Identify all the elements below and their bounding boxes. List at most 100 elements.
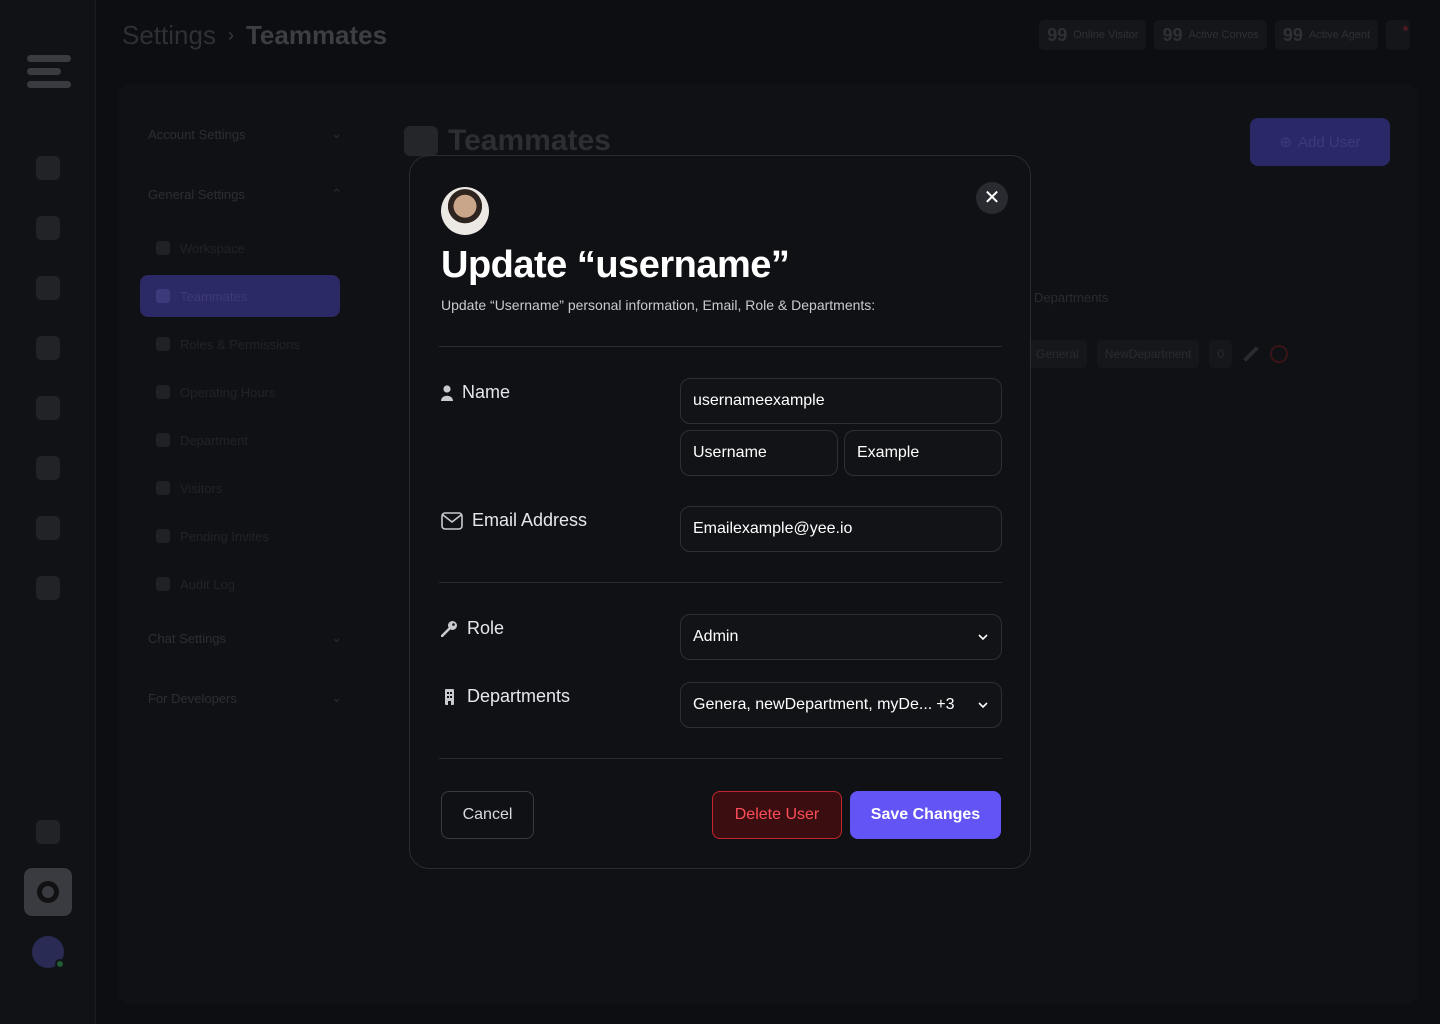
nav-group-chat[interactable]: Chat Settings ⌄ [140,608,350,668]
sidebar-item-label: Teammates [180,288,248,304]
sidebar-item-label: Operating Hours [180,384,276,400]
tickets-icon[interactable] [36,336,60,360]
sidebar-item-operating-hours[interactable]: Operating Hours [140,368,350,416]
invite-icon [156,529,170,543]
last-name-input[interactable]: Example [844,430,1002,476]
chevron-down-icon [978,634,988,641]
stat-value: 99 [1282,24,1303,45]
role-select-value: Admin [693,628,739,645]
stat-label: Online Visitor [1073,29,1139,41]
sidebar-item-roles[interactable]: Roles & Permissions [140,320,350,368]
divider [439,758,1002,759]
sidebar-item-label: Audit Log [180,576,235,592]
chevron-up-icon: ⌃ [331,186,342,201]
key-icon [441,621,457,637]
email-input[interactable]: Emailexample@yee.io [680,506,1002,552]
stat-value: 99 [1162,24,1183,45]
delete-icon[interactable] [1270,345,1289,363]
nav-group-general[interactable]: General Settings ⌃ [140,164,350,224]
left-rail [0,0,96,1024]
sidebar-item-label: Roles & Permissions [180,336,300,352]
department-tag: NewDepartment [1096,340,1200,368]
nav-group-label: Chat Settings [148,630,227,646]
sidebar-item-teammates[interactable]: Teammates [140,275,340,317]
divider [439,582,1002,583]
app-logo [27,55,71,91]
contacts-icon[interactable] [36,456,60,480]
role-select[interactable]: Admin [680,614,1002,660]
role-label: Role [441,618,504,639]
department-count-tag: 0 [1209,340,1233,368]
user-avatar[interactable] [32,936,65,969]
department-tag: General [1028,340,1087,368]
cancel-button[interactable]: Cancel [441,791,534,839]
visitors-icon[interactable] [36,396,60,420]
breadcrumb: Settings › Teammates [122,20,387,51]
settings-button[interactable] [24,868,72,916]
analytics-icon[interactable] [36,576,60,600]
log-icon [156,577,170,591]
person-icon [441,384,453,401]
visitors-icon [156,481,170,495]
stat-label: Active Convos [1188,29,1259,41]
sidebar-item-audit-log[interactable]: Audit Log [140,560,350,608]
settings-nav: Account Settings ⌄ General Settings ⌃ Work… [140,104,350,728]
stat-active-convos[interactable]: 99 Active Convos [1154,20,1267,50]
page-title-text: Teammates [448,124,611,157]
nav-group-account[interactable]: Account Settings ⌄ [140,104,350,164]
workspace-icon [156,241,170,255]
username-input[interactable]: usernameexample [680,378,1002,424]
chevron-down-icon: ⌄ [331,690,342,705]
first-name-input[interactable]: Username [680,430,838,476]
calendar-icon[interactable] [36,516,60,540]
sidebar-item-department[interactable]: Department [140,416,350,464]
breadcrumb-parent[interactable]: Settings [122,20,216,51]
building-icon [445,688,454,705]
home-icon[interactable] [36,156,60,180]
stat-active-agent[interactable]: 99 Active Agent [1274,20,1378,50]
apps-icon[interactable] [36,820,60,844]
departments-more-count: +3 [936,696,955,713]
header-stats: 99 Online Visitor 99 Active Convos 99 Activ… [1039,20,1410,50]
breadcrumb-current: Teammates [245,20,388,50]
sidebar-item-workspace[interactable]: Workspace [140,224,350,272]
chevron-down-icon: ⌄ [331,126,342,141]
envelope-icon [441,511,463,530]
close-button[interactable]: ✕ [976,182,1008,214]
teammates-icon [156,289,170,303]
divider [439,346,1002,347]
sidebar-item-visitors[interactable]: Visitors [140,464,350,512]
email-label-text: Email Address [472,510,588,530]
app: Settings › Teammates 99 Online Visitor 99… [0,0,1440,1024]
breadcrumb-separator: › [227,25,234,45]
sidebar-item-pending-invites[interactable]: Pending Invites [140,512,350,560]
chat-icon[interactable] [36,216,60,240]
modal-title: Update “username” [441,244,790,286]
sidebar-item-label: Workspace [180,240,245,256]
sidebar-item-label: Department [180,432,248,448]
update-user-modal: ✕ Update “username” Update “Username” pe… [409,155,1031,869]
nav-group-developers[interactable]: For Developers ⌄ [140,668,350,728]
nav-group-label: General Settings [148,186,245,202]
stat-label: Active Agent [1308,29,1370,41]
inbox-icon[interactable] [36,276,60,300]
departments-label: Departments [441,686,570,707]
bell-icon[interactable] [1386,20,1410,50]
gear-icon [37,881,59,903]
departments-select-value: Genera, newDepartment, myDe... [693,696,933,713]
name-label: Name [441,382,510,403]
nav-group-label: Account Settings [148,126,246,142]
add-user-button[interactable]: ⊕ Add User [1250,118,1390,166]
stat-value: 99 [1047,24,1068,45]
page-title: Teammates [404,124,611,158]
delete-user-button[interactable]: Delete User [712,791,842,839]
clock-icon [156,385,170,399]
user-avatar-photo [441,187,489,235]
key-icon [156,337,170,351]
stat-online-visitor[interactable]: 99 Online Visitor [1039,20,1147,50]
pencil-icon[interactable] [1243,346,1259,362]
sidebar-item-label: Pending Invites [180,528,269,544]
departments-select[interactable]: Genera, newDepartment, myDe... +3 [680,682,1002,728]
save-changes-button[interactable]: Save Changes [850,791,1001,839]
table-header-departments[interactable]: Departments [1034,290,1108,305]
